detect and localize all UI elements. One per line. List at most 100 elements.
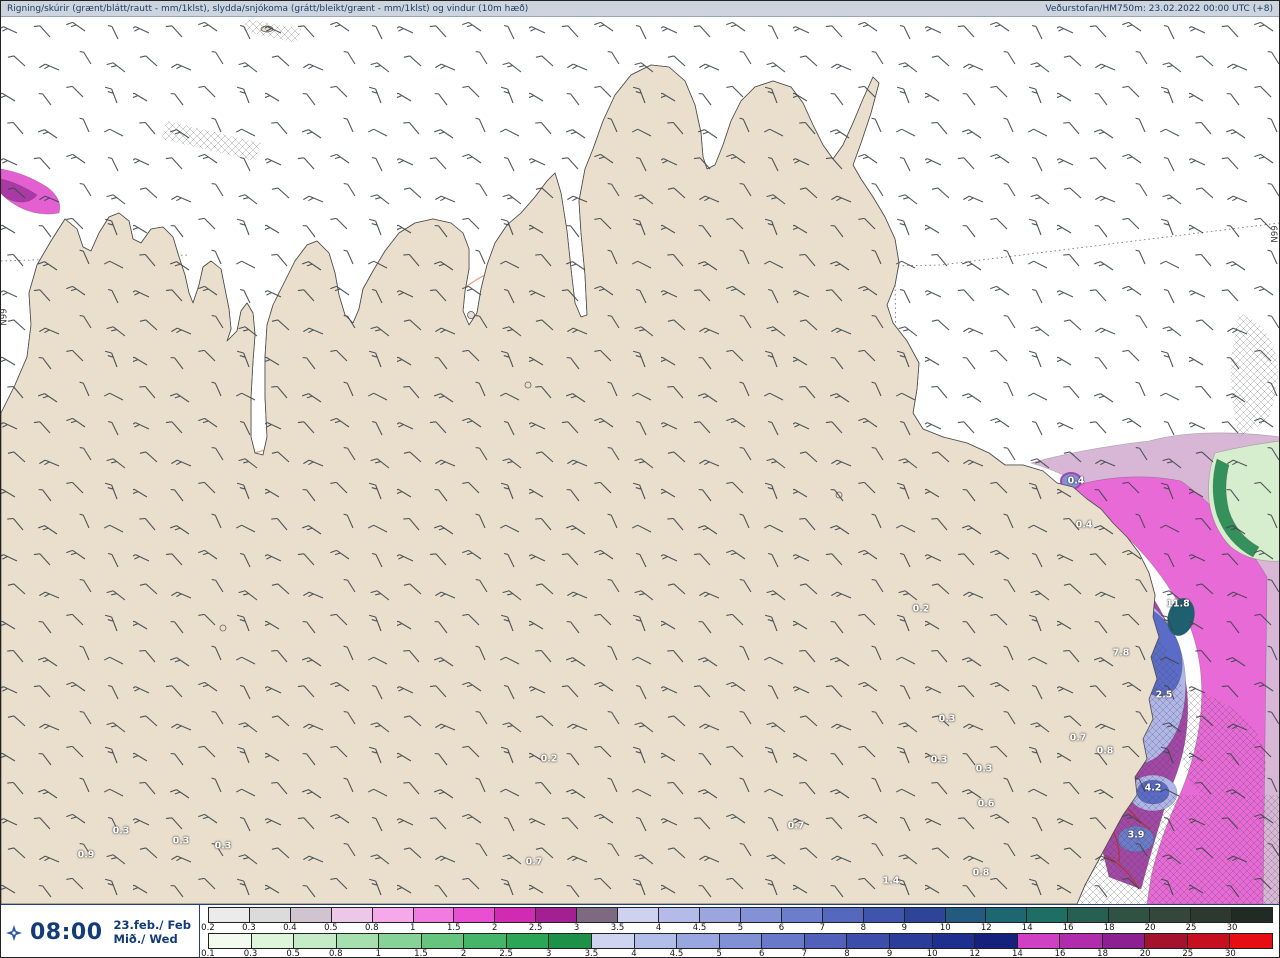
- legend-cell: [945, 908, 987, 922]
- wind-rose-icon: [6, 924, 22, 941]
- legend-cell: [986, 908, 1028, 922]
- legend-tick-label: 4.5: [669, 949, 684, 958]
- legend-tick-label: 18: [1097, 949, 1108, 958]
- forecast-date-line2: Mið./ Wed: [113, 931, 178, 946]
- legend-tick-label: 30: [1224, 949, 1236, 958]
- legend-cell: [1230, 934, 1272, 948]
- legend-tick-label: 2.5: [528, 923, 543, 933]
- legend-tick-label: 0.3: [242, 923, 256, 933]
- legend-tick-label: 4: [631, 949, 637, 958]
- legend-cell: [249, 908, 291, 922]
- legend-tick-label: 25: [1182, 949, 1194, 958]
- legend-tick-label: 8: [860, 923, 867, 933]
- legend-cell: [863, 908, 905, 922]
- sleet-snow-tick-labels: 0.2 0.3 0.4 0.5 0.8 1 1.5 2 2.5 3 3.5 4 4.5 5 6 7 8 9 10 12…: [201, 923, 1273, 933]
- route-label-right: N99: [1270, 225, 1279, 243]
- legend-tick-label: 7: [801, 949, 808, 958]
- legend-cell: [1027, 908, 1069, 922]
- sleet-snow-color-strip: [207, 907, 1273, 923]
- legend-cell: [208, 908, 250, 922]
- legend-tick-label: 9: [901, 923, 908, 933]
- rain-tick-labels: 0.1 0.3 0.5 0.8 1 1.5 2 2.5 3 3.5 4 4.5 5 6 7 8 9 10 12 14 1…: [201, 949, 1273, 958]
- legend-tick-label: 4: [655, 923, 662, 933]
- forecast-date-line1: 23.feb./ Feb: [113, 918, 191, 933]
- time-date-panel: 08:00 23.feb./ Feb Mið./ Wed: [1, 905, 200, 957]
- legend-tick-label: 1: [410, 923, 416, 933]
- legend-tick-label: 0.5: [286, 949, 300, 958]
- rain-color-strip: [207, 933, 1273, 949]
- legend-tick-label: 8: [844, 949, 850, 958]
- legend-tick-label: 6: [778, 923, 785, 933]
- legend-cell: [781, 908, 823, 922]
- weather-map-canvas: [1, 17, 1279, 904]
- legend-cell: [208, 934, 252, 948]
- legend-cell: [549, 934, 592, 948]
- legend-tick-label: 6: [759, 949, 765, 958]
- legend-cell: [634, 934, 678, 948]
- legend-tick-label: 2: [491, 923, 498, 933]
- legend-tick-label: 1.5: [446, 923, 461, 933]
- legend-cell: [719, 934, 763, 948]
- rain-scale: 0.1 0.3 0.5 0.8 1 1.5 2 2.5 3 3.5 4 4.5 5 6 7 8 9 10 12 14 1…: [201, 933, 1273, 958]
- legend-cell: [294, 934, 337, 948]
- legend-tick-label: 12: [969, 949, 981, 958]
- legend-cell: [700, 908, 741, 922]
- legend-tick-label: 18: [1103, 923, 1115, 933]
- sleet-snow-scale: 0.2 0.3 0.4 0.5 0.8 1 1.5 2 2.5 3 3.5 4 4.5 5 6 7 8 9 10 12…: [201, 907, 1273, 933]
- model-run-info: Veðurstofan/HM750m: 23.02.2022 00:00 UTC…: [1045, 3, 1273, 14]
- legend-cell: [1017, 934, 1061, 948]
- legend-cell: [379, 934, 422, 948]
- legend-tick-label: 25: [1185, 923, 1197, 933]
- legend-cell: [847, 934, 890, 948]
- legend-tick-label: 3.5: [584, 949, 599, 958]
- legend-cell: [762, 934, 805, 948]
- legend-tick-label: 2.5: [499, 949, 513, 958]
- legend-cell: [677, 934, 720, 948]
- legend-cell: [464, 934, 507, 948]
- legend-tick-label: 7: [819, 923, 826, 933]
- forecast-date: 23.feb./ Feb Mið./ Wed: [110, 918, 191, 946]
- legend-tick-label: 1: [375, 949, 382, 958]
- legend-tick-label: 10: [926, 949, 938, 958]
- legend-cell: [1109, 908, 1151, 922]
- legend-cell: [251, 934, 295, 948]
- legend-cell: [1191, 908, 1232, 922]
- legend-tick-label: 30: [1226, 923, 1238, 933]
- legend-tick-label: 10: [939, 923, 951, 933]
- legend-cell: [659, 908, 700, 922]
- weather-map-page: Rigning/skúrir (grænt/blátt/rautt - mm/1…: [0, 0, 1280, 958]
- legend-cell: [1145, 934, 1188, 948]
- legend-tick-label: 0.1: [201, 949, 215, 958]
- legend-cell: [904, 908, 946, 922]
- legend-tick-label: 1.5: [414, 949, 428, 958]
- legend-cell: [592, 934, 635, 948]
- legend-tick-label: 0.5: [324, 923, 338, 933]
- legend-cell: [413, 908, 455, 922]
- legend-cell: [290, 908, 332, 922]
- legend-cell: [932, 934, 976, 948]
- legend-tick-label: 2: [460, 949, 467, 958]
- legend-cell: [1102, 934, 1146, 948]
- legend-cell: [506, 934, 550, 948]
- legend-cell: [1068, 908, 1110, 922]
- precipitation-legend: 0.2 0.3 0.4 0.5 0.8 1 1.5 2 2.5 3 3.5 4 4.5 5 6 7 8 9 10 12…: [200, 905, 1279, 958]
- legend-tick-label: 12: [980, 923, 992, 933]
- legend-tick-label: 3: [546, 949, 552, 958]
- legend-tick-label: 5: [716, 949, 722, 958]
- legend-cell: [740, 908, 782, 922]
- legend-tick-label: 16: [1062, 923, 1074, 933]
- legend-tick-label: 3.5: [610, 923, 625, 933]
- legend-cell: [1150, 908, 1192, 922]
- legend-tick-label: 0.8: [328, 949, 343, 958]
- legend-cell: [889, 934, 933, 948]
- legend-tick-label: 5: [737, 923, 744, 933]
- legend-cell: [1187, 934, 1231, 948]
- footer-bar: 08:00 23.feb./ Feb Mið./ Wed 0.2 0.3 0.4 0.…: [1, 904, 1279, 958]
- legend-tick-label: 16: [1054, 949, 1066, 958]
- legend-cell: [822, 908, 864, 922]
- title-bar: Rigning/skúrir (grænt/blátt/rautt - mm/1…: [1, 1, 1279, 17]
- map-area: 0.4 0.4 0.2 11.8 7.8 2.5 0.7 0.8 4.2 3.9 0.3 0.3 0.3…: [1, 17, 1279, 904]
- legend-tick-label: 0.2: [201, 923, 215, 933]
- legend-tick-label: 20: [1139, 949, 1151, 958]
- legend-tick-label: 3: [573, 923, 580, 933]
